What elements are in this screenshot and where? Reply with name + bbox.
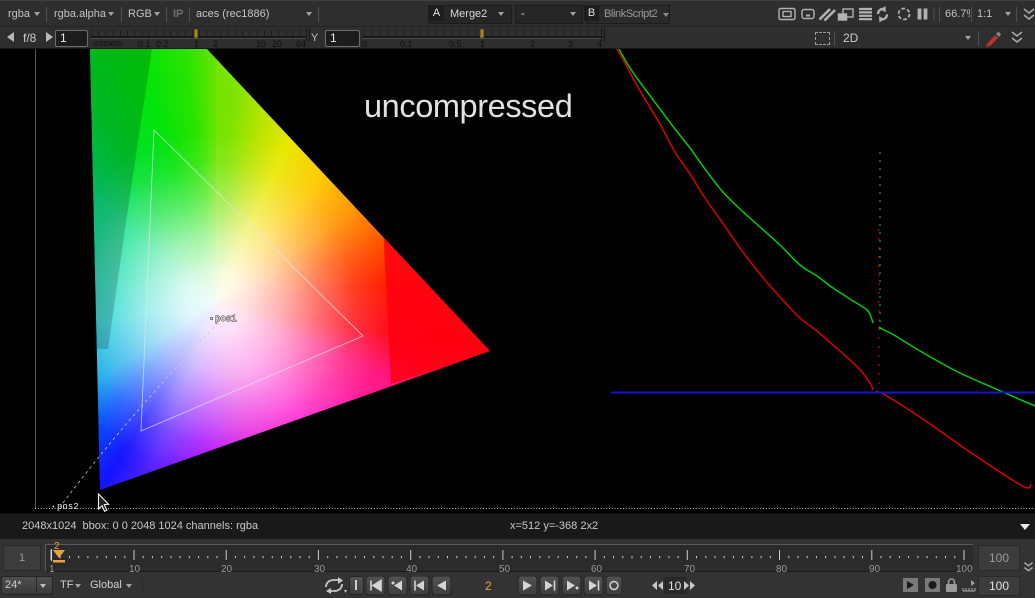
svg-text:uncompressed: uncompressed — [364, 88, 572, 124]
svg-text:2: 2 — [485, 579, 492, 593]
svg-text:10: 10 — [668, 579, 682, 593]
svg-text:pos1: pos1 — [215, 314, 237, 324]
svg-text:pos2: pos2 — [57, 502, 79, 512]
